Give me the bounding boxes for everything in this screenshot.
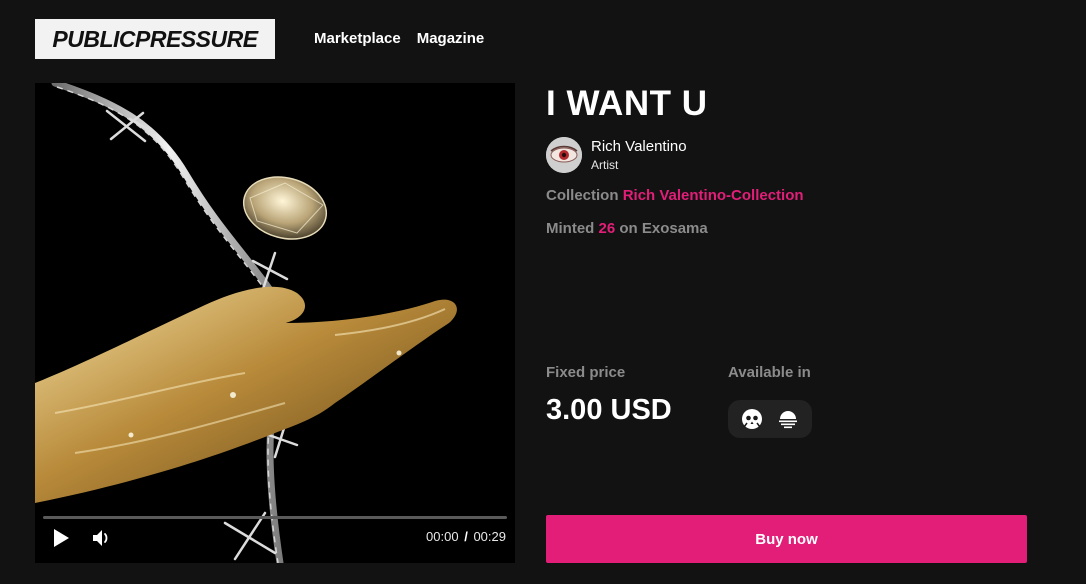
logo-text: PUBLICPRESSURE: [52, 25, 258, 52]
sunset-icon[interactable]: [776, 407, 800, 431]
logo[interactable]: PUBLICPRESSURE: [35, 19, 275, 59]
available-label: Available in: [728, 364, 811, 381]
avatar: [546, 137, 582, 173]
artist-avatar-eye-icon: [546, 137, 582, 173]
volume-icon[interactable]: [92, 529, 112, 547]
price-label: Fixed price: [546, 364, 626, 381]
artist-role: Artist: [591, 158, 619, 172]
duration: 00:29: [473, 529, 506, 544]
minted-label: Minted: [546, 220, 595, 237]
minted-count: 26: [598, 220, 616, 237]
artist-block[interactable]: Rich Valentino Artist: [546, 137, 687, 173]
collection-link[interactable]: Rich Valentino-Collection: [623, 187, 804, 204]
collection-row: Collection Rich Valentino-Collection: [546, 187, 804, 204]
available-chains: [728, 400, 812, 438]
play-icon[interactable]: [52, 528, 70, 548]
current-time: 00:00: [426, 529, 459, 544]
artist-text: Rich Valentino Artist: [591, 138, 687, 172]
main-nav: Marketplace Magazine: [314, 30, 484, 47]
time-separator: /: [464, 529, 468, 544]
minted-row: Minted 26 on Exosama: [546, 220, 708, 237]
skull-icon[interactable]: [740, 407, 764, 431]
artwork-image: [35, 83, 457, 563]
artwork-player: 00:00 / 00:29: [35, 83, 515, 563]
buy-now-button[interactable]: Buy now: [546, 515, 1027, 563]
item-title: I WANT U: [546, 84, 708, 123]
collection-label: Collection: [546, 187, 619, 204]
progress-bar[interactable]: [43, 516, 507, 519]
nav-magazine[interactable]: Magazine: [417, 30, 485, 47]
price-value: 3.00 USD: [546, 394, 672, 426]
minted-on: on Exosama: [619, 220, 708, 237]
nav-marketplace[interactable]: Marketplace: [314, 30, 401, 47]
artist-name[interactable]: Rich Valentino: [591, 138, 687, 155]
time-display: 00:00 / 00:29: [426, 529, 506, 544]
